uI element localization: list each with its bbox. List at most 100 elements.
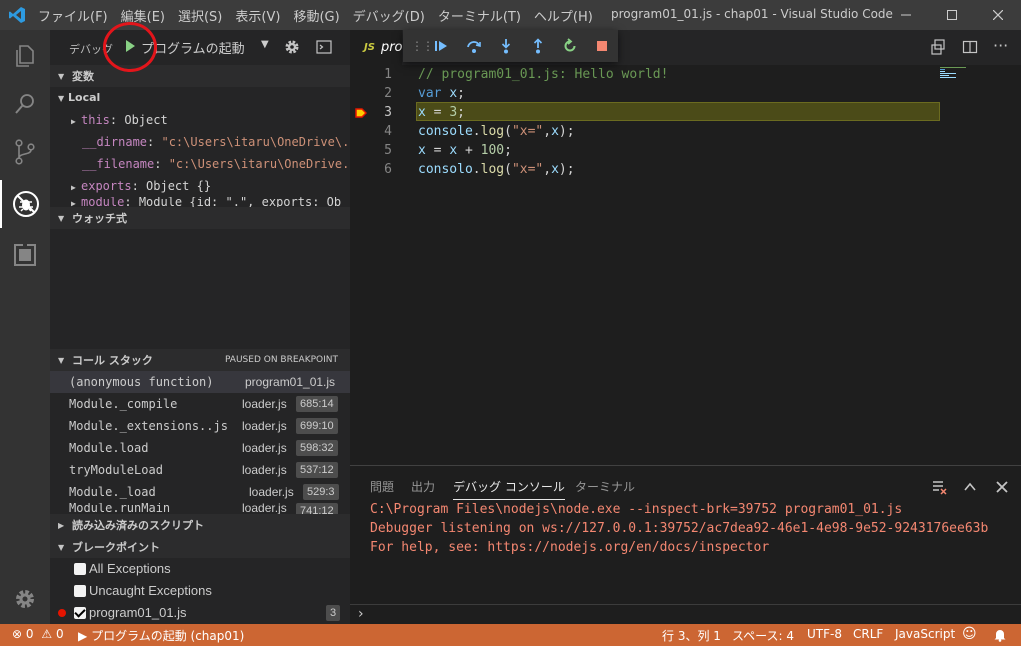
variable-row[interactable]: __dirname: "c:\Users\itaru\OneDrive\... bbox=[50, 131, 350, 153]
menu-help[interactable]: ヘルプ(H) bbox=[534, 6, 593, 25]
breakpoint-current-icon[interactable] bbox=[355, 108, 367, 118]
manage-button[interactable] bbox=[0, 575, 50, 623]
watch-section-header[interactable]: ▼ ウォッチ式 bbox=[50, 207, 350, 229]
minimize-button[interactable] bbox=[883, 0, 929, 30]
vscode-logo-icon bbox=[9, 7, 25, 23]
frame-line: 741:12 bbox=[296, 503, 338, 514]
menu-terminal[interactable]: ターミナル(T) bbox=[438, 6, 521, 25]
variables-section-header[interactable]: ▼ 変数 bbox=[50, 65, 350, 87]
split-editor-icon[interactable] bbox=[962, 39, 978, 55]
debug-config-label: プログラムの起動 (chap01) bbox=[91, 629, 245, 643]
clear-console-icon[interactable] bbox=[931, 479, 947, 495]
variable-row[interactable]: __filename: "c:\Users\itaru\OneDrive... bbox=[50, 153, 350, 175]
tab-output[interactable]: 出力 bbox=[411, 478, 435, 495]
extensions-icon bbox=[14, 243, 36, 266]
gear-icon[interactable] bbox=[284, 39, 300, 55]
tab-terminal[interactable]: ターミナル bbox=[575, 478, 635, 495]
restart-icon[interactable] bbox=[562, 38, 578, 54]
explorer-button[interactable] bbox=[0, 32, 50, 80]
feedback-smiley-icon[interactable]: ☺ bbox=[962, 626, 977, 642]
tab-program01-01[interactable]: JS program01_01.js bbox=[350, 30, 402, 65]
breakpoint-row[interactable]: All Exceptions bbox=[50, 558, 350, 580]
code-editor[interactable]: 1 2 3 4 5 6 // program01_01.js: Hello wo… bbox=[350, 65, 1021, 465]
code-line: x = 3; bbox=[418, 105, 465, 120]
line-number: 6 bbox=[384, 162, 392, 177]
extensions-button[interactable] bbox=[0, 231, 50, 279]
tab-debug-console[interactable]: デバッグ コンソール bbox=[453, 478, 565, 500]
gear-icon bbox=[16, 590, 34, 608]
breakpoint-dot-icon bbox=[58, 609, 66, 617]
step-over-icon[interactable] bbox=[466, 38, 482, 54]
scope-label: Local bbox=[68, 91, 101, 104]
call-stack-section-header[interactable]: ▼ コール スタック PAUSED ON BREAKPOINT bbox=[50, 349, 350, 371]
variable-row[interactable]: ▶ exports: Object {} bbox=[50, 175, 350, 197]
stop-icon[interactable] bbox=[594, 38, 610, 54]
close-window-button[interactable] bbox=[975, 0, 1021, 30]
call-stack-frame[interactable]: Module.load loader.js 598:32 bbox=[50, 437, 350, 459]
notifications-bell-icon[interactable] bbox=[993, 628, 1007, 642]
line-ending[interactable]: CRLF bbox=[853, 627, 883, 641]
call-stack-frame[interactable]: Module._load loader.js 529:3 bbox=[50, 481, 350, 503]
step-out-icon[interactable] bbox=[530, 38, 546, 54]
source-control-button[interactable] bbox=[0, 128, 50, 176]
breakpoint-row[interactable]: Uncaught Exceptions bbox=[50, 580, 350, 602]
chevron-right-icon: ▶ bbox=[58, 520, 65, 530]
frame-function: Module._load bbox=[69, 485, 156, 499]
activity-bar bbox=[0, 30, 50, 624]
call-stack-frame[interactable]: (anonymous function) program01_01.js bbox=[50, 371, 350, 393]
close-panel-icon[interactable] bbox=[994, 479, 1010, 495]
debug-view-button[interactable] bbox=[0, 180, 50, 228]
checkbox[interactable] bbox=[74, 607, 86, 619]
cursor-position[interactable]: 行 3、列 1 bbox=[662, 627, 721, 644]
breakpoint-line: 3 bbox=[326, 605, 341, 621]
chevron-down-icon[interactable]: ▼ bbox=[261, 39, 269, 50]
debug-config-status[interactable]: ▶ プログラムの起動 (chap01) bbox=[78, 627, 244, 644]
loaded-scripts-section-header[interactable]: ▶ 読み込み済みのスクリプト bbox=[50, 514, 350, 536]
indentation[interactable]: スペース: 4 bbox=[732, 627, 794, 644]
menu-view[interactable]: 表示(V) bbox=[235, 6, 280, 25]
debug-console-icon[interactable] bbox=[316, 40, 332, 54]
call-stack-frame[interactable]: Module._compile loader.js 685:14 bbox=[50, 393, 350, 415]
encoding[interactable]: UTF-8 bbox=[807, 627, 842, 641]
more-actions-icon[interactable]: ··· bbox=[993, 36, 1008, 55]
frame-line: 529:3 bbox=[303, 484, 339, 500]
menu-file[interactable]: ファイル(F) bbox=[38, 6, 108, 25]
open-changes-icon[interactable] bbox=[930, 39, 946, 55]
call-stack-frame[interactable]: Module._extensions..js loader.js 699:10 bbox=[50, 415, 350, 437]
console-prompt: › bbox=[358, 606, 364, 622]
code-line: console.log("x=",x); bbox=[418, 124, 575, 139]
call-stack-frame[interactable]: tryModuleLoad loader.js 537:12 bbox=[50, 459, 350, 481]
step-into-icon[interactable] bbox=[498, 38, 514, 54]
variable-row[interactable]: ▶ this: Object bbox=[50, 109, 350, 131]
problems-status[interactable]: ⊗ 0 ⚠ 0 bbox=[12, 627, 64, 641]
language-mode[interactable]: JavaScript bbox=[895, 627, 955, 641]
warning-count: 0 bbox=[55, 627, 64, 641]
drag-handle-icon[interactable]: ⋮⋮ bbox=[411, 39, 434, 53]
call-stack-frame[interactable]: Module.runMain loader.js 741:12 bbox=[50, 503, 350, 514]
menu-go[interactable]: 移動(G) bbox=[293, 6, 339, 25]
breakpoints-section-header[interactable]: ▼ ブレークポイント bbox=[50, 536, 350, 558]
menu-selection[interactable]: 選択(S) bbox=[178, 6, 222, 25]
section-title: ブレークポイント bbox=[72, 541, 160, 554]
minimap[interactable] bbox=[940, 65, 980, 79]
continue-icon[interactable] bbox=[433, 38, 449, 54]
chevron-up-icon[interactable] bbox=[962, 479, 978, 495]
maximize-button[interactable] bbox=[929, 0, 975, 30]
frame-function: Module.load bbox=[69, 441, 149, 455]
section-title: コール スタック bbox=[72, 354, 153, 367]
checkbox[interactable] bbox=[74, 563, 86, 575]
menu-debug[interactable]: デバッグ(D) bbox=[353, 6, 425, 25]
tab-problems[interactable]: 問題 bbox=[370, 478, 394, 495]
title-bar: ファイル(F) 編集(E) 選択(S) 表示(V) 移動(G) デバッグ(D) … bbox=[0, 0, 1021, 30]
console-input[interactable]: › bbox=[350, 604, 1021, 625]
javascript-file-icon: JS bbox=[364, 42, 375, 53]
breakpoint-row[interactable]: program01_01.js 3 bbox=[50, 602, 350, 624]
frame-file: loader.js bbox=[242, 397, 287, 411]
search-button[interactable] bbox=[0, 80, 50, 128]
checkbox[interactable] bbox=[74, 585, 86, 597]
frame-line: 598:32 bbox=[296, 440, 338, 456]
scope-local[interactable]: ▼ Local bbox=[50, 87, 350, 109]
chevron-down-icon: ▼ bbox=[58, 542, 65, 552]
frame-function: (anonymous function) bbox=[69, 375, 214, 389]
frame-file: loader.js bbox=[242, 419, 287, 433]
